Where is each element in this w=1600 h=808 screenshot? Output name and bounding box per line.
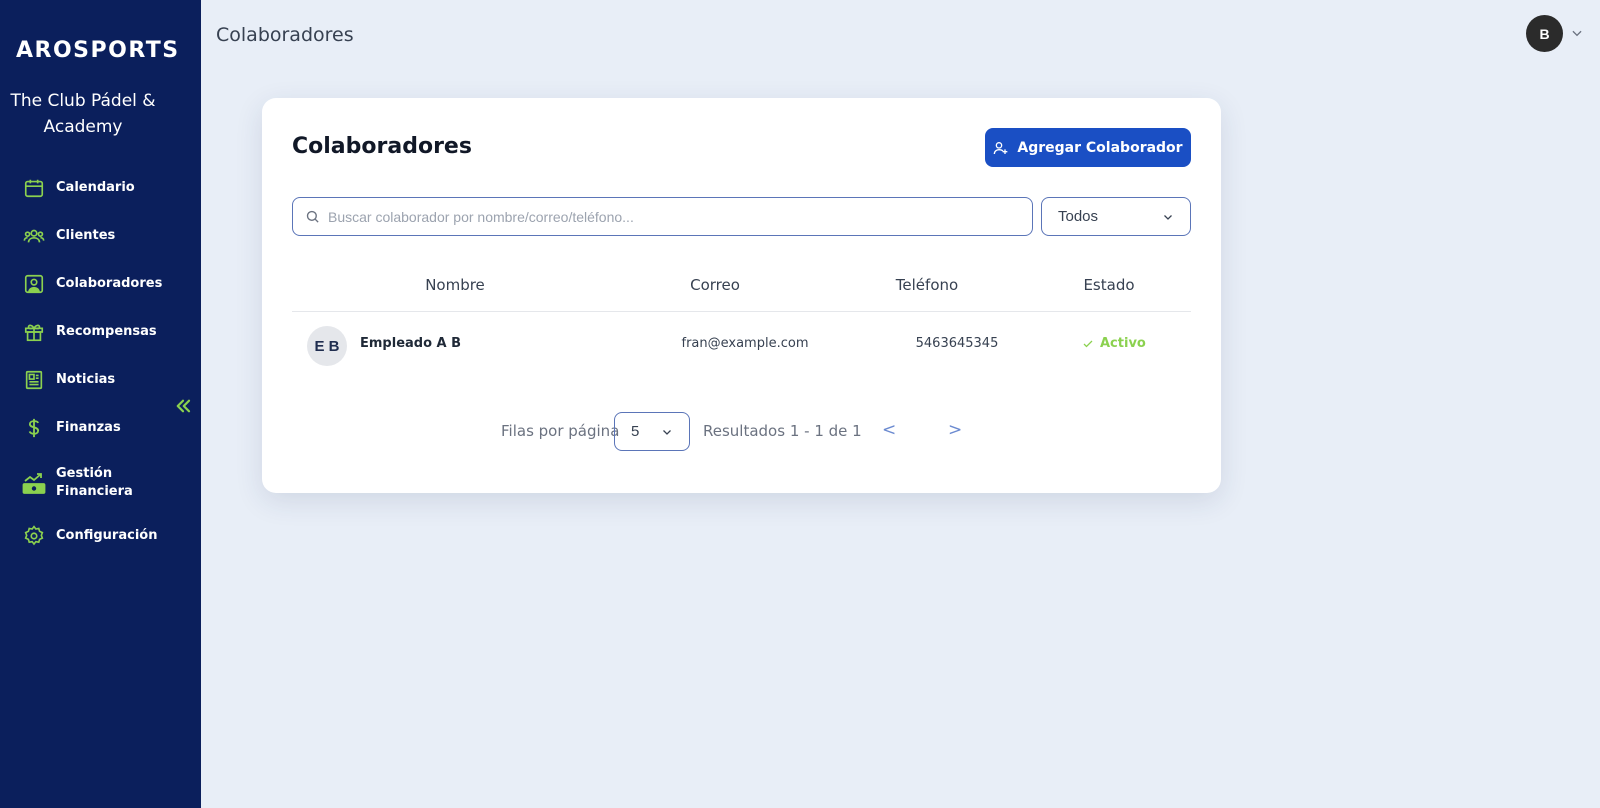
row-name: Empleado A B bbox=[360, 336, 462, 351]
search-field[interactable] bbox=[292, 197, 1033, 236]
column-header-telefono: Teléfono bbox=[895, 276, 959, 294]
brand-logo[interactable]: AROSPORTS bbox=[16, 38, 180, 63]
dollar-icon bbox=[22, 416, 46, 440]
user-menu-chevron-icon[interactable] bbox=[1570, 26, 1584, 40]
status-filter-select[interactable]: Todos bbox=[1041, 197, 1191, 236]
add-user-icon bbox=[994, 141, 1008, 154]
users-icon bbox=[22, 224, 46, 248]
user-avatar[interactable]: B bbox=[1526, 15, 1563, 52]
sidebar-item-finanzas[interactable]: Finanzas bbox=[0, 408, 201, 448]
double-chevron-left-icon bbox=[176, 399, 191, 413]
table-divider bbox=[292, 311, 1191, 312]
table-row[interactable]: E B Empleado A B fran@example.com 546364… bbox=[292, 320, 1191, 370]
sidebar-item-label: Clientes bbox=[56, 228, 116, 243]
sidebar: AROSPORTS The Club Pádel & Academy Calen… bbox=[0, 0, 201, 808]
gear-icon bbox=[22, 524, 46, 548]
sidebar-item-recompensas[interactable]: Recompensas bbox=[0, 312, 201, 352]
add-collaborator-button[interactable]: Agregar Colaborador bbox=[985, 128, 1191, 167]
sidebar-item-label: Calendario bbox=[56, 180, 135, 195]
row-phone: 5463645345 bbox=[915, 336, 999, 351]
results-count: Resultados 1 - 1 de 1 bbox=[703, 422, 862, 440]
status-filter-value: Todos bbox=[1058, 208, 1099, 225]
club-name: The Club Pádel & Academy bbox=[10, 91, 156, 137]
calendar-icon bbox=[22, 176, 46, 200]
chevron-down-icon bbox=[663, 429, 671, 435]
avatar: E B bbox=[307, 326, 347, 366]
collapse-sidebar-button[interactable] bbox=[174, 397, 194, 417]
sidebar-item-label: Noticias bbox=[56, 372, 116, 387]
sidebar-item-label: Configuración bbox=[56, 528, 158, 543]
newspaper-icon bbox=[22, 368, 46, 392]
search-input[interactable] bbox=[328, 208, 1032, 225]
column-header-estado: Estado bbox=[1083, 276, 1135, 294]
check-icon bbox=[1083, 340, 1093, 347]
sidebar-item-clientes[interactable]: Clientes bbox=[0, 216, 201, 256]
sidebar-item-label: Colaboradores bbox=[56, 276, 163, 291]
rows-per-page-value: 5 bbox=[631, 423, 640, 440]
rows-per-page-label: Filas por página bbox=[501, 422, 620, 440]
sidebar-item-label: Finanzas bbox=[56, 420, 121, 435]
status-badge: Activo bbox=[1082, 336, 1146, 351]
sidebar-item-gestion-financiera[interactable]: Gestión Financiera bbox=[0, 460, 201, 506]
next-page-button[interactable]: > bbox=[948, 420, 962, 440]
sidebar-item-colaboradores[interactable]: Colaboradores bbox=[0, 264, 201, 304]
column-header-nombre: Nombre bbox=[425, 276, 485, 294]
sidebar-item-noticias[interactable]: Noticias bbox=[0, 360, 201, 400]
search-icon bbox=[306, 210, 319, 223]
sidebar-item-label: Gestión Financiera bbox=[56, 466, 133, 499]
page-title: Colaboradores bbox=[216, 24, 354, 46]
add-collaborator-label: Agregar Colaborador bbox=[1017, 139, 1183, 156]
status-label: Activo bbox=[1100, 336, 1146, 351]
money-chart-icon bbox=[22, 471, 46, 495]
rows-per-page-select[interactable]: 5 bbox=[614, 412, 690, 451]
column-header-correo: Correo bbox=[690, 276, 740, 294]
card-title: Colaboradores bbox=[292, 134, 472, 159]
chevron-down-icon bbox=[1164, 214, 1172, 220]
user-card-icon bbox=[22, 272, 46, 296]
prev-page-button[interactable]: < bbox=[882, 420, 896, 440]
collaborators-card: Colaboradores Agregar Colaborador Todos … bbox=[262, 98, 1221, 493]
row-email: fran@example.com bbox=[681, 336, 809, 351]
sidebar-item-label: Recompensas bbox=[56, 324, 157, 339]
gift-icon bbox=[22, 320, 46, 344]
sidebar-item-configuracion[interactable]: Configuración bbox=[0, 516, 201, 556]
sidebar-item-calendario[interactable]: Calendario bbox=[0, 168, 201, 208]
